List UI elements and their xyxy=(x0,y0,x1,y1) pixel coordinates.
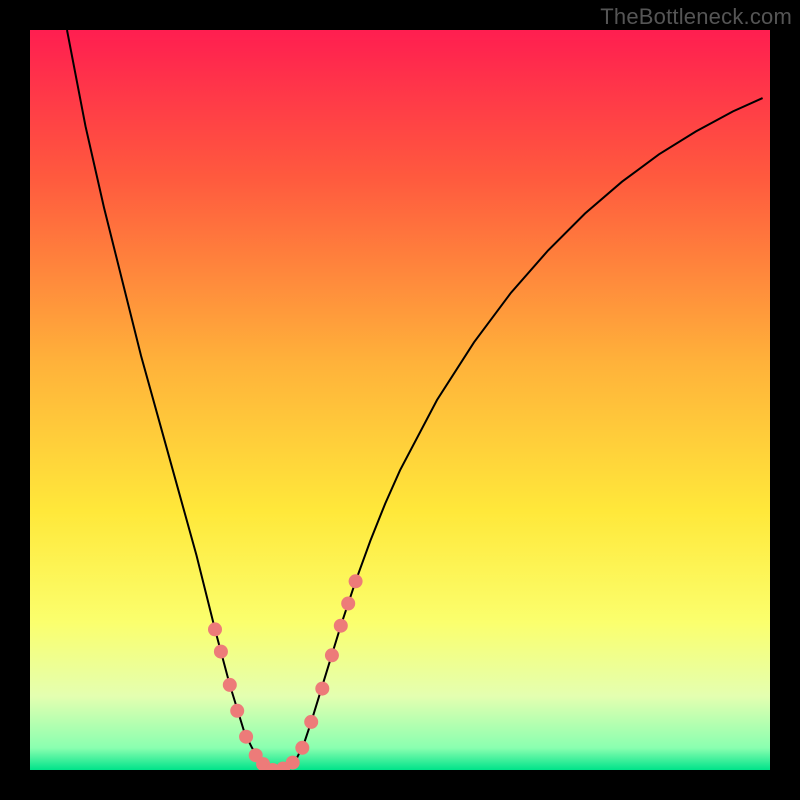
chart-svg xyxy=(30,30,770,770)
marker-point xyxy=(341,597,355,611)
marker-point xyxy=(304,715,318,729)
marker-point xyxy=(349,574,363,588)
marker-point xyxy=(315,682,329,696)
marker-point xyxy=(239,730,253,744)
plot-area xyxy=(30,30,770,770)
marker-point xyxy=(223,678,237,692)
marker-point xyxy=(208,622,222,636)
marker-point xyxy=(295,741,309,755)
chart-frame: TheBottleneck.com xyxy=(0,0,800,800)
marker-point xyxy=(334,619,348,633)
marker-point xyxy=(325,648,339,662)
marker-point xyxy=(230,704,244,718)
watermark-text: TheBottleneck.com xyxy=(600,4,792,30)
marker-point xyxy=(286,756,300,770)
gradient-background xyxy=(30,30,770,770)
marker-point xyxy=(214,645,228,659)
